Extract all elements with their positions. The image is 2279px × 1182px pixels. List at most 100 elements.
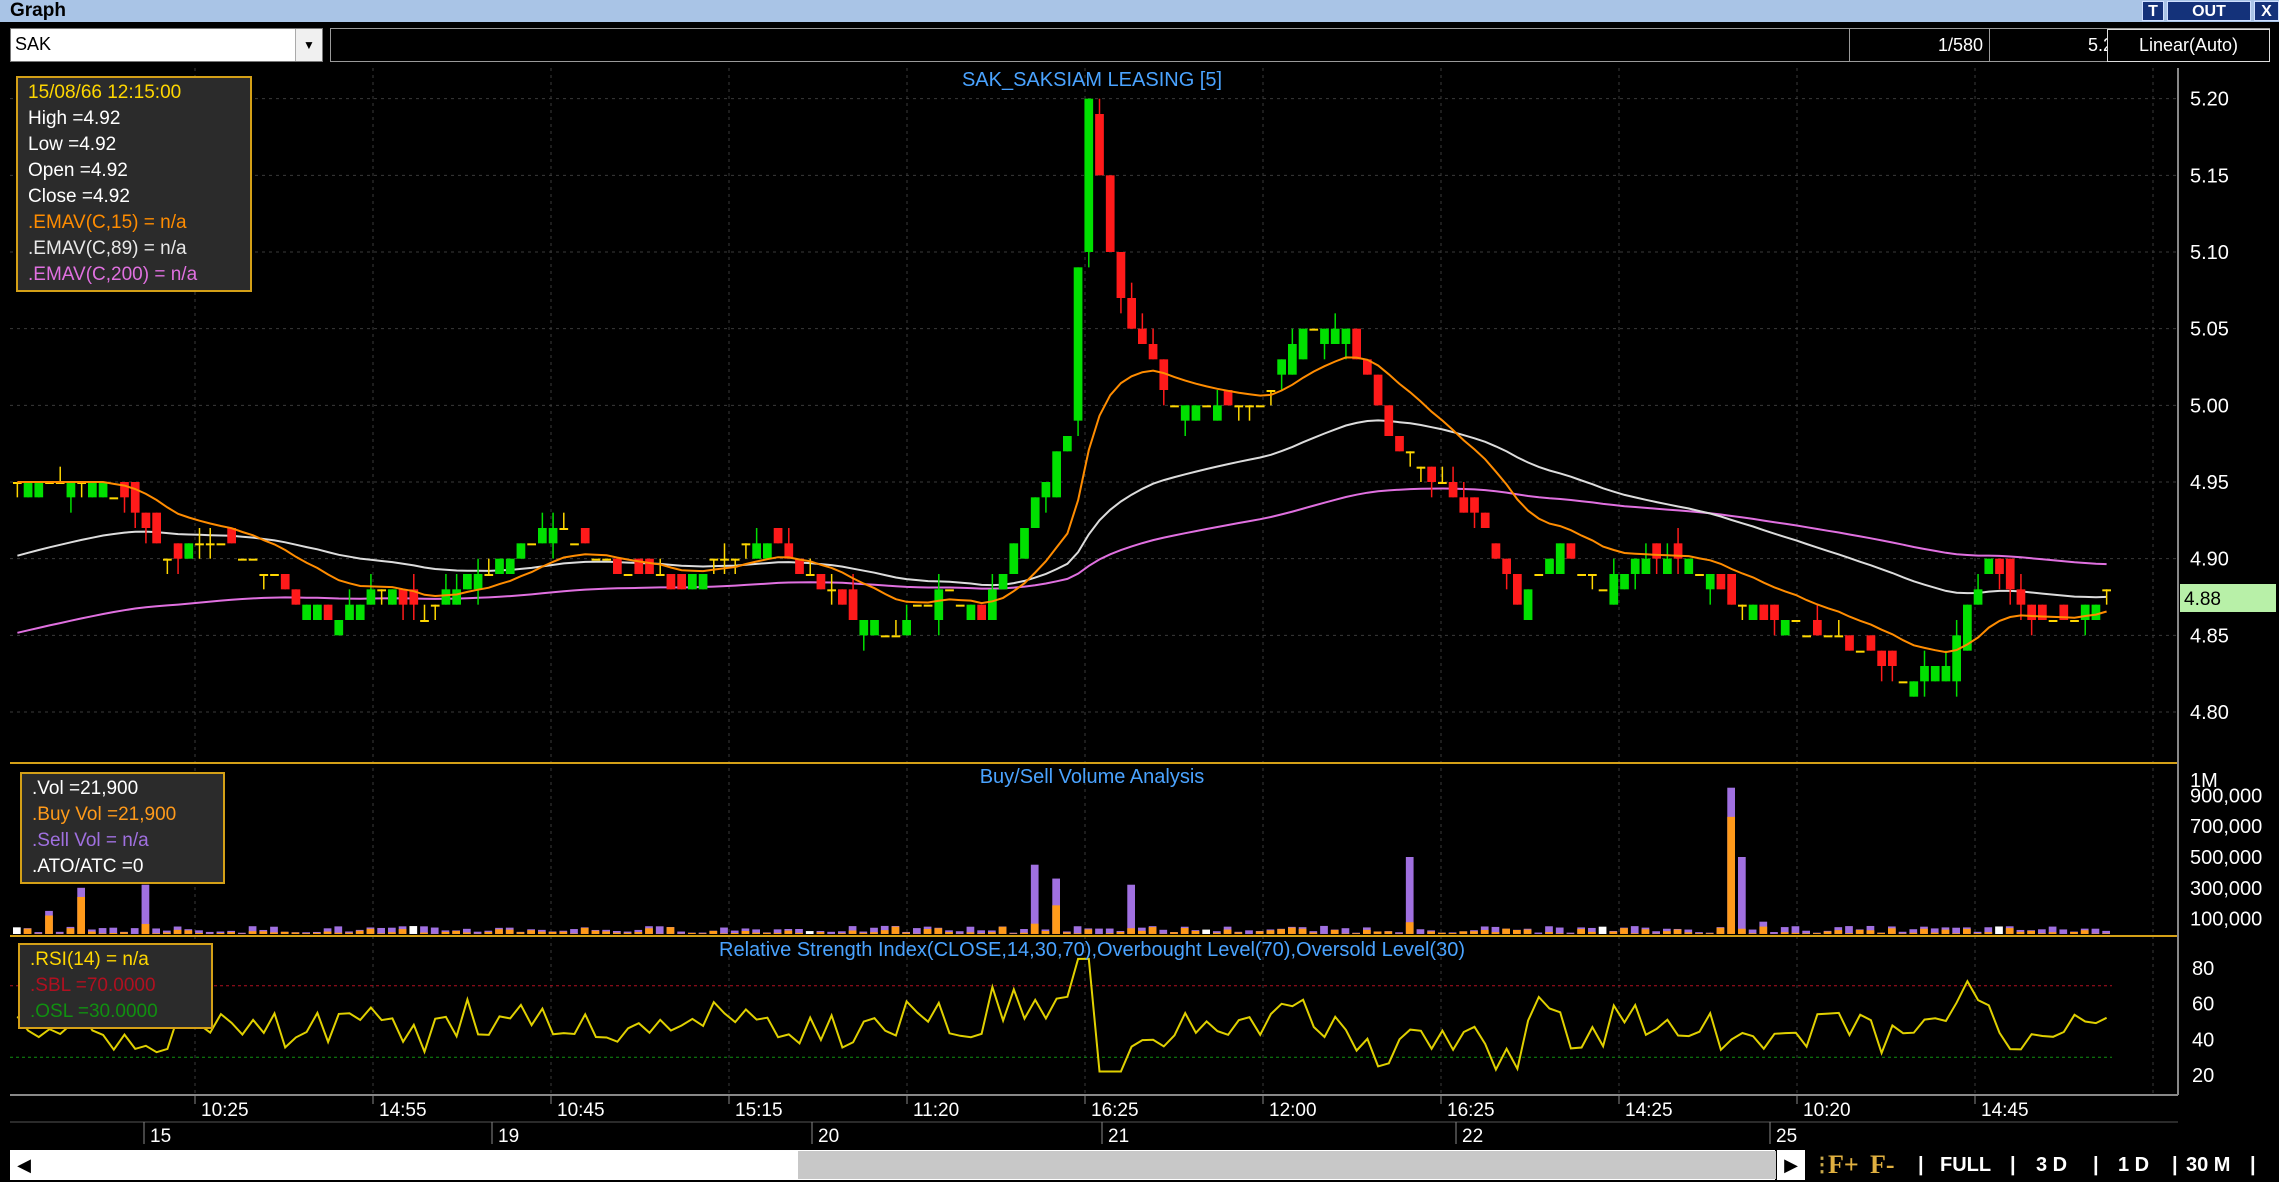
candle-body [2038,604,2047,620]
rsi-panel-title: Relative Strength Index(CLOSE,14,30,70),… [719,939,1465,961]
volume-bar-buy [1780,932,1789,934]
candle-body [1448,482,1458,498]
volume-bar-buy [977,933,985,934]
volume-bar-buy [1823,931,1832,934]
candle-body [1191,405,1201,421]
candle-body [977,604,986,620]
candle-body [270,574,279,576]
candle-body [709,558,719,561]
volume-bar-buy [1277,929,1285,934]
chart-area[interactable]: 5.205.155.105.055.004.954.904.854.801M90… [0,68,2279,1148]
candle-body [1566,543,1576,559]
volume-bar-buy [741,930,750,934]
candle-body [345,604,354,620]
candle-body [302,604,311,620]
candle-body [516,543,526,559]
symbol-select[interactable]: SAK ▼ [10,28,323,62]
chevron-down-icon[interactable]: ▼ [295,29,322,61]
candle-body [1759,604,1769,620]
candle-body [1545,558,1554,574]
volume-bar-buy [313,932,321,934]
time-tick-label: 11:20 [913,1100,959,1121]
volume-bar-buy [1909,932,1918,934]
timeframe-1d[interactable]: 1 D [2118,1150,2149,1180]
candle-body [1330,328,1340,344]
volume-bar-buy [923,928,932,934]
scroll-left-icon[interactable]: ◀ [10,1150,38,1180]
volume-bar-buy [902,932,910,934]
candle-body [548,528,558,544]
volume-bar-buy [1352,933,1360,934]
volume-bar-buy [2016,931,2025,934]
candle-body [1866,635,1876,651]
info-close: Close =4.92 [28,186,130,207]
volume-bar-buy [666,927,675,934]
candle-body [773,528,783,544]
timeframe-3d[interactable]: 3 D [2036,1150,2067,1180]
volume-tick-label: 900,000 [2190,785,2262,807]
zoom-in-button[interactable]: F+ [1828,1150,1859,1180]
timeframe-30m[interactable]: 30 M [2186,1150,2230,1180]
volume-bar-sell [2038,929,2046,934]
info-low: Low =4.92 [28,134,117,155]
zoom-out-button[interactable]: F- [1870,1150,1895,1180]
candle-body [688,574,697,590]
volume-bar-buy [816,932,825,934]
volume-bar-sell [1416,929,1425,934]
out-button[interactable]: OUT [2167,1,2251,21]
price-tick-label: 5.20 [2190,89,2229,111]
candle-body [1138,328,1147,344]
t-button[interactable]: T [2142,1,2164,21]
candle-body [1598,589,1608,592]
scrollbar-thumb[interactable] [798,1151,1776,1179]
candle-body [838,589,847,605]
volume-bar-buy [184,930,193,934]
time-tick-label: 15:15 [735,1100,783,1121]
candle-body [1148,344,1158,360]
volume-bar-buy [548,931,557,934]
scale-mode-button[interactable]: Linear(Auto) [2107,29,2270,62]
volume-bar-buy [1984,932,1993,934]
sep-2: | [2010,1154,2016,1176]
candle-body [1727,574,1736,605]
volume-bar-buy [388,932,396,934]
candle-body [613,558,622,574]
close-button[interactable]: X [2254,1,2279,21]
ema89-line [17,419,2107,599]
scroll-right-icon[interactable]: ▶ [1777,1150,1805,1180]
volume-bar-buy [1716,927,1725,934]
price-tick-label: 5.15 [2190,165,2229,187]
candle-body [966,604,976,620]
volume-bar-buy [1588,931,1596,934]
volume-bar [13,927,21,934]
time-tick-label: 14:25 [1625,1100,1673,1121]
volume-bar-buy [2102,933,2110,934]
volume-bar-buy [1941,929,1950,934]
volume-bar-buy [1288,927,1296,934]
timeframe-full[interactable]: FULL [1940,1150,1991,1180]
volume-bar-buy [1759,926,1768,934]
volume-bar-buy [1213,932,1221,934]
candle-body [152,512,161,544]
candle-body [1427,466,1436,482]
volume-bar-buy [1191,930,1200,934]
volume-bar-buy [66,928,75,934]
volume-bar-buy [1855,929,1864,934]
candle-body [602,558,611,561]
volume-bar-buy [1523,929,1532,934]
rsi-info-box: .RSI(14) = n/a .SBL =70.0000 .OSL =30.00… [18,943,213,1029]
candle-body [1823,635,1833,638]
candle-body [141,512,151,528]
volume-bar-buy [1555,933,1564,934]
candle-body [1020,528,1029,559]
volume-bar-buy [859,932,868,934]
volume-bar-buy [709,930,718,934]
candle-body [1855,650,1865,653]
volume-bar-buy [516,932,525,934]
volume-bar-buy [1052,905,1060,934]
candle-body [484,574,494,576]
volume-bar-buy [1930,932,1939,934]
candle-body [934,589,944,620]
candle-body [1909,681,1919,697]
rsi-path [16,957,2108,1073]
